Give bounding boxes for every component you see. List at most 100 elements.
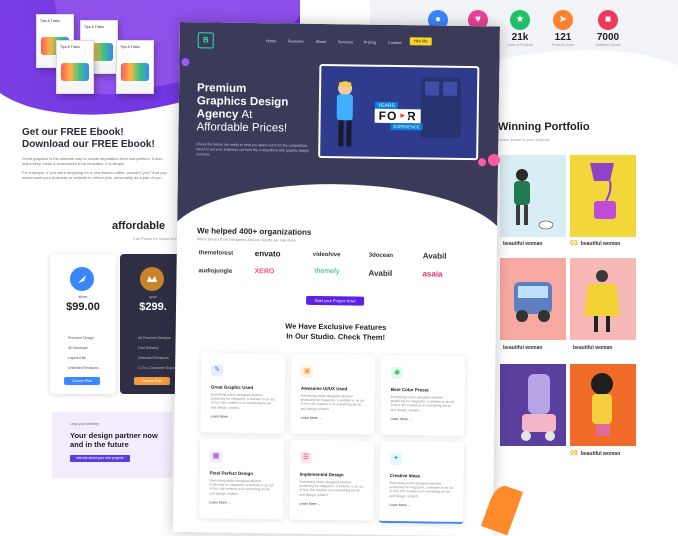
feature-description: Everything works designed whether produc… xyxy=(390,394,455,412)
tile-caption: beautiful woman xyxy=(503,241,543,247)
portfolio-tile[interactable] xyxy=(570,364,636,446)
plan-price: $99.00 xyxy=(66,301,100,313)
rocket-icon xyxy=(70,267,94,291)
feature-title: Pixel Perfect Design xyxy=(209,470,254,477)
brand-logo-asaia: asaia xyxy=(422,269,443,279)
hero-title: Premium Graphics Design Agency At Afford… xyxy=(196,82,327,136)
tile-caption: 03 beautiful woman xyxy=(570,240,621,247)
brand-logo-themeforest: themeforest xyxy=(198,250,234,257)
brand-logo-xero: XERO xyxy=(254,268,275,276)
feature-description: Everything works designed whether produc… xyxy=(209,478,274,496)
stat-number: 121 xyxy=(554,32,572,43)
choose-plan-button[interactable]: Choose Plan xyxy=(134,377,170,385)
hero-description: Check the below are ready to help you st… xyxy=(196,142,310,157)
rocket-icon: ➤ xyxy=(553,10,573,30)
brand-logo-themefy: themefy xyxy=(314,267,340,276)
feature-card[interactable]: ▣ Awesome UI/UX Used Everything works de… xyxy=(290,353,376,435)
feature-description: Everything works designed whether produc… xyxy=(300,393,365,411)
nav-features[interactable]: Features xyxy=(288,39,304,44)
learn-more-link[interactable]: Learn More → xyxy=(389,503,411,507)
partner-button[interactable]: talk talk about your new projects xyxy=(70,455,130,462)
nav-services[interactable]: Services xyxy=(338,39,353,44)
nav-home[interactable]: Home xyxy=(266,38,277,43)
clients-heading: We helped 400+ organizations xyxy=(197,226,312,237)
document-icon: ☰ xyxy=(299,451,313,464)
portfolio-tile[interactable] xyxy=(570,258,636,340)
feature-card[interactable]: ✎ Great Graphic Used Everything works de… xyxy=(200,352,286,434)
learn-more-link[interactable]: Learn More → xyxy=(209,500,231,504)
ebook-cover: Tips & Tricks xyxy=(56,40,94,94)
ebook-paragraph: Great graphics is the ultimate way to cr… xyxy=(22,156,163,166)
brush-icon: ✎ xyxy=(211,364,224,377)
learn-more-link[interactable]: Learn More → xyxy=(300,416,322,420)
ebook-cover: Tips & Tricks xyxy=(116,40,154,94)
stat-label: Lines of Projects xyxy=(507,43,533,47)
nav-pricing[interactable]: Pricing xyxy=(364,40,376,45)
video-experience-label: EXPERIENCE xyxy=(390,122,423,131)
ebook-heading-line: Get our FREE Ebook! xyxy=(22,127,124,138)
hero-title-word: At xyxy=(241,108,253,122)
feature-card[interactable]: ☰ Implemented Design Everything works de… xyxy=(289,439,375,521)
stat-number: 21k xyxy=(511,32,529,43)
brand-logo-3docean: 3docean xyxy=(368,252,394,259)
main-landing-page: B Home Features About Services Pricing C… xyxy=(172,22,500,536)
tile-caption: beautiful woman xyxy=(503,345,543,351)
portfolio-tile[interactable] xyxy=(500,258,566,340)
lightbulb-icon: ✦ xyxy=(389,452,403,466)
stat-label: Projects Done xyxy=(552,43,574,47)
portfolio-tile[interactable] xyxy=(500,155,566,237)
tile-caption: 09 beautiful woman xyxy=(570,450,621,457)
feature-description: Everything works designed whether produc… xyxy=(389,480,454,498)
feature-title: Implemented Design xyxy=(299,471,344,478)
hero-video[interactable]: YEARS FOUR EXPERIENCE ▶ xyxy=(318,63,480,161)
pixel-icon: ▦ xyxy=(209,450,223,463)
stat-item: ➤ 121 Projects Done xyxy=(543,10,583,47)
hero-title-word: Agency xyxy=(196,108,239,121)
start-project-button[interactable]: Start your Project Now! xyxy=(306,295,365,306)
choose-plan-button[interactable]: Choose Plan xyxy=(64,377,100,385)
features-heading: We Have Exclusive Features In Our Studio… xyxy=(276,321,396,343)
learn-more-link[interactable]: Learn More → xyxy=(210,414,232,418)
decor-dot xyxy=(488,154,500,166)
learn-more-link[interactable]: Learn More → xyxy=(390,417,412,421)
portfolio-subtitle: Lorem ipsum to your projects xyxy=(498,137,550,142)
feature-card[interactable]: ◉ Best Color Preset Everything works des… xyxy=(380,354,466,437)
portfolio-tile[interactable] xyxy=(570,155,636,237)
feature-description: Everything works designed whether produc… xyxy=(299,479,364,497)
stat-label: Satisfied Clients xyxy=(595,43,621,47)
feature-title: Great Graphic Used xyxy=(210,384,254,391)
hire-button[interactable]: Hire Me xyxy=(409,37,432,46)
pricing-card-silver: silver $99.00 Premium Design 3D Mockups … xyxy=(50,254,116,394)
learn-more-link[interactable]: Learn More → xyxy=(299,502,321,506)
feature-title: Awesome UI/UX Used xyxy=(300,385,348,392)
palette-icon: ◉ xyxy=(391,366,404,380)
brand-logo-envato: envato xyxy=(254,249,281,259)
feature-title: Creative Ideas xyxy=(389,472,421,479)
crown-icon xyxy=(140,267,164,291)
plan-feature: 3D Mockups xyxy=(68,346,88,350)
feature-title: Best Color Preset xyxy=(390,386,429,393)
nav-about[interactable]: About xyxy=(316,39,327,44)
ebook-paragraph: For example, if you were shopping for a … xyxy=(22,170,167,180)
decor-dot xyxy=(181,58,190,67)
ebook-heading-line: Download our FREE Ebook! xyxy=(22,139,155,150)
plan-feature: 1-On-1 Customer Support xyxy=(138,366,179,370)
partner-banner: Lead your industry Your design partner n… xyxy=(52,412,172,478)
brand-logo[interactable]: B xyxy=(197,32,214,49)
plan-feature: Unlimited Revisions xyxy=(138,356,169,360)
partner-eyebrow: Lead your industry xyxy=(70,422,99,426)
feature-card[interactable]: ▦ Pixel Perfect Design Everything works … xyxy=(199,438,285,520)
play-icon[interactable]: ▶ xyxy=(396,110,409,123)
plan-feature: Premium Design xyxy=(68,336,94,340)
plan-feature: Fast Delivery xyxy=(138,346,159,350)
plan-feature: All Premium Designs xyxy=(138,336,171,340)
ebook-heading: Get our FREE Ebook! Download our FREE Eb… xyxy=(22,127,155,151)
brand-logo-avabil: Avabil xyxy=(368,268,393,278)
feature-description: Everything works designed whether produc… xyxy=(210,392,275,410)
plan-feature: Unlimited Revisions xyxy=(68,366,99,370)
nav-contact[interactable]: Contact xyxy=(388,40,402,45)
portfolio-title: Winning Portfolio xyxy=(498,121,590,133)
feature-card[interactable]: ✦ Creative Ideas Everything works design… xyxy=(379,440,465,525)
portfolio-tile[interactable] xyxy=(500,364,566,446)
chart-icon: ★ xyxy=(510,10,530,30)
